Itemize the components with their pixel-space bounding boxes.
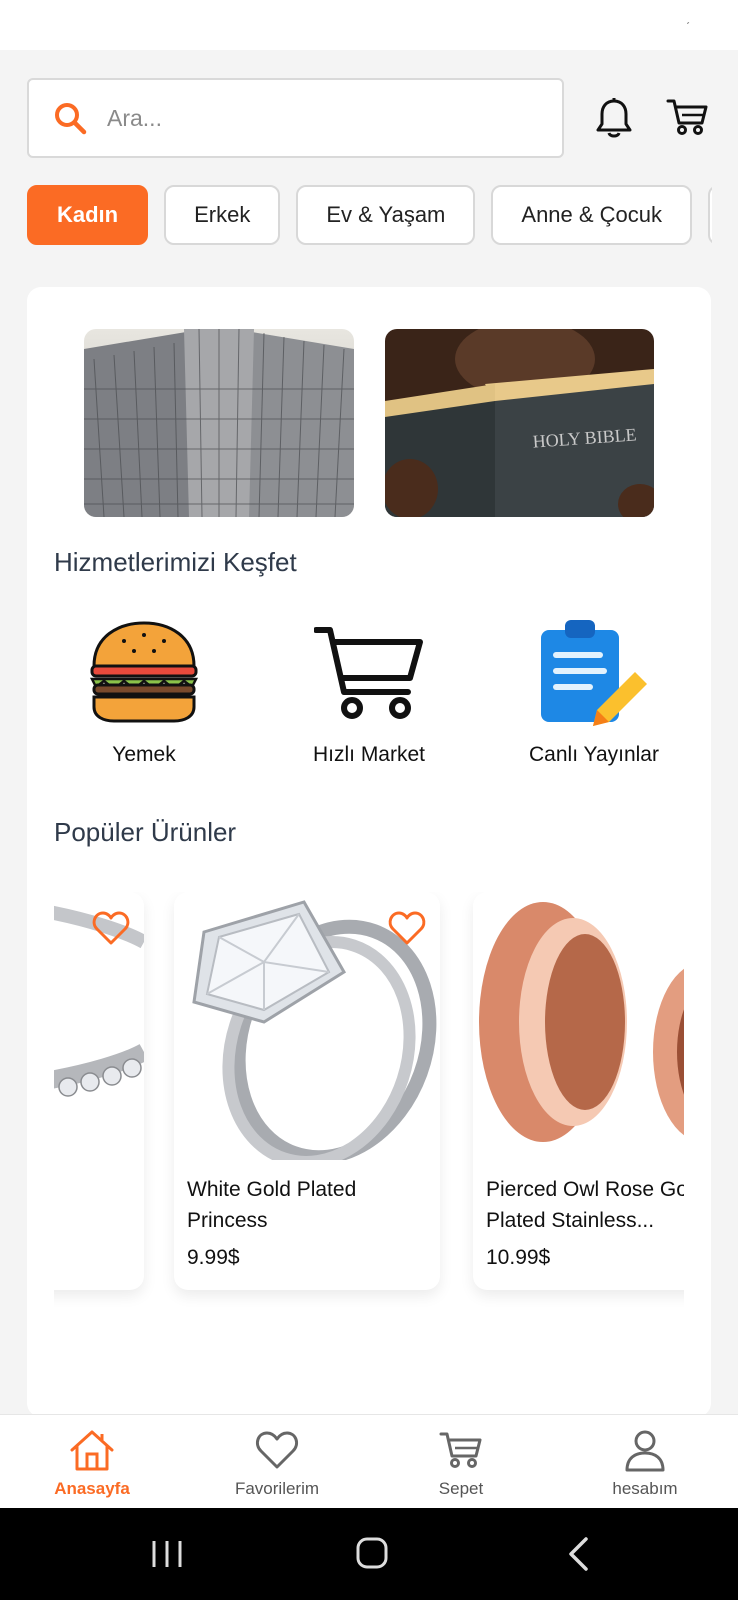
home-icon	[70, 1430, 114, 1471]
main-content-card: HOLY BIBLE Hizmetlerimizi Keşfet Yemek H…	[27, 287, 711, 1417]
status-bar: ˊ	[0, 0, 738, 50]
services-row: Yemek Hızlı Market Canlı Yayınlar	[27, 617, 711, 777]
product-card[interactable]: White Gold Plated Princess 9.99$	[174, 892, 440, 1290]
favorite-heart-icon[interactable]	[388, 910, 426, 946]
clipboard-icon	[541, 620, 647, 726]
product-name: Pierced Owl Rose Gold Plated Stainless..…	[486, 1174, 684, 1236]
category-tab-ev-yasam[interactable]: Ev & Yaşam	[296, 185, 476, 245]
nav-item-hesabim[interactable]: hesabım	[570, 1427, 720, 1499]
search-icon	[55, 103, 87, 135]
service-hizli-market[interactable]: Hızlı Market	[264, 617, 474, 767]
home-button-icon[interactable]	[355, 1536, 389, 1570]
back-icon[interactable]	[566, 1536, 590, 1572]
rose-gold-plug-image	[473, 892, 684, 1160]
product-name-line: White Gold Plated	[187, 1178, 357, 1201]
category-tab-erkek[interactable]: Erkek	[164, 185, 281, 245]
search-bar[interactable]	[27, 78, 564, 158]
product-name-line: Pierced Owl Rose Gold	[486, 1178, 684, 1201]
cart-icon	[314, 627, 423, 719]
banner-building[interactable]	[84, 329, 354, 517]
nav-label: Anasayfa	[54, 1479, 130, 1498]
status-indicator: ˊ	[686, 20, 690, 34]
service-label: Hızlı Market	[312, 743, 425, 766]
product-card-partial[interactable]	[54, 892, 144, 1290]
service-label: Yemek	[112, 743, 176, 766]
bell-icon[interactable]	[594, 96, 634, 140]
product-name: White Gold Plated Princess	[187, 1174, 437, 1236]
heart-icon	[255, 1431, 299, 1469]
category-tab-anne-cocuk[interactable]: Anne & Çocuk	[491, 185, 693, 245]
system-navigation-bar	[0, 1508, 738, 1600]
search-input[interactable]	[107, 104, 507, 132]
banner-bible[interactable]: HOLY BIBLE	[385, 329, 654, 517]
bible-image: HOLY BIBLE	[385, 329, 654, 517]
cart-icon	[439, 1432, 482, 1468]
burger-icon	[89, 621, 199, 723]
product-card[interactable]: Pierced Owl Rose Gold Plated Stainless..…	[473, 892, 684, 1290]
nav-item-anasayfa[interactable]: Anasayfa	[17, 1427, 167, 1499]
nav-label: hesabım	[612, 1479, 678, 1498]
category-tabs: Kadın Erkek Ev & Yaşam Anne & Çocuk	[27, 185, 712, 247]
nav-label: Favorilerim	[234, 1479, 320, 1498]
service-yemek[interactable]: Yemek	[39, 617, 249, 767]
user-icon	[625, 1430, 665, 1472]
bottom-navigation: Anasayfa Favorilerim Sepet hesabım	[0, 1414, 738, 1508]
nav-item-favorilerim[interactable]: Favorilerim	[202, 1427, 352, 1499]
popular-products-title: Popüler Ürünler	[54, 817, 237, 847]
nav-label: Sepet	[438, 1479, 484, 1498]
services-section-title: Hizmetlerimizi Keşfet	[54, 547, 297, 577]
building-image	[84, 329, 354, 517]
service-canli-yayinlar[interactable]: Canlı Yayınlar	[489, 617, 699, 767]
cart-icon[interactable]	[666, 97, 708, 137]
category-tab-more[interactable]	[708, 185, 712, 245]
favorite-heart-icon[interactable]	[92, 910, 130, 946]
category-tab-kadin[interactable]: Kadın	[27, 185, 149, 245]
product-name-line: Princess	[187, 1209, 268, 1232]
product-price: 10.99$	[486, 1246, 551, 1269]
popular-products-carousel[interactable]: White Gold Plated Princess 9.99$ Pierced…	[54, 892, 684, 1312]
product-price: 9.99$	[187, 1246, 240, 1269]
product-name-line: Plated Stainless...	[486, 1209, 655, 1232]
nav-item-sepet[interactable]: Sepet	[386, 1427, 536, 1499]
recent-apps-icon[interactable]	[150, 1538, 184, 1570]
service-label: Canlı Yayınlar	[529, 743, 659, 766]
